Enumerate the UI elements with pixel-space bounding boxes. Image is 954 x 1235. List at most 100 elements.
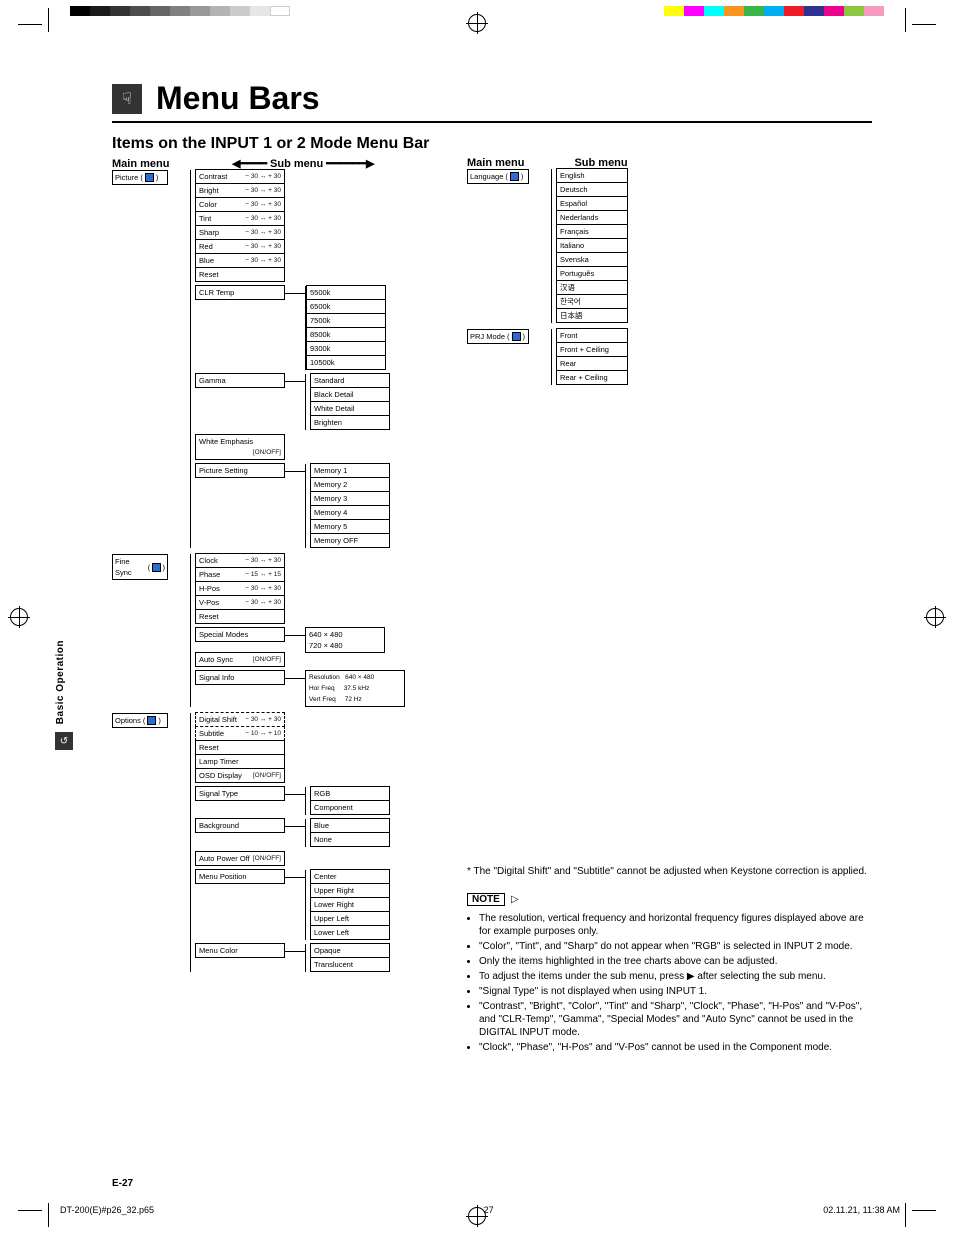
menupos-opt: Center — [310, 869, 390, 884]
item-osd-display: OSD Display[ON/OFF] — [195, 768, 285, 783]
mem-opt: Memory 2 — [310, 477, 390, 492]
menucolor-opt: Opaque — [310, 943, 390, 958]
fine-sync-icon — [152, 563, 160, 572]
item-vpos: V-Pos− 30 ↔ + 30 — [195, 595, 285, 610]
notes-list: The resolution, vertical frequency and h… — [467, 912, 867, 1054]
colorbar-greyscale — [70, 6, 290, 16]
item-contrast: Contrast− 30 ↔ + 30 — [195, 169, 285, 184]
main-prj-mode: PRJ Mode () — [467, 329, 529, 344]
item-reset-opt: Reset — [195, 740, 285, 755]
menucolor-opt: Translucent — [310, 957, 390, 972]
item-red: Red− 30 ↔ + 30 — [195, 239, 285, 254]
lang-opt: Svenska — [556, 252, 628, 267]
main-picture: Picture () — [112, 170, 168, 185]
gamma-opt: Brighten — [310, 415, 390, 430]
note-label: NOTE — [467, 893, 505, 906]
colorbar-process — [664, 6, 884, 16]
note-item: "Clock", "Phase", "H-Pos" and "V-Pos" ca… — [479, 1041, 867, 1054]
section-tab-label: Basic Operation — [55, 640, 66, 724]
footer-file: DT-200(E)#p26_32.p65 — [60, 1205, 154, 1215]
prj-mode-icon — [512, 332, 521, 341]
lang-opt: Italiano — [556, 238, 628, 253]
prj-opt: Front — [556, 328, 628, 343]
mem-opt: Memory 4 — [310, 505, 390, 520]
bg-opt: None — [310, 832, 390, 847]
crop-mark-top-left — [18, 8, 42, 32]
gamma-opt: White Detail — [310, 401, 390, 416]
section-tab-icon: ↺ — [55, 732, 73, 750]
registration-mark-right — [926, 608, 944, 626]
main-fine-sync: Fine Sync () — [112, 554, 168, 580]
item-special-modes: Special Modes — [195, 627, 285, 642]
mem-opt: Memory OFF — [310, 533, 390, 548]
mem-opt: Memory 1 — [310, 463, 390, 478]
item-white-emphasis: White Emphasis[ON/OFF] — [195, 434, 285, 460]
main-language: Language () — [467, 169, 529, 184]
note-item: Only the items highlighted in the tree c… — [479, 955, 867, 968]
lang-opt: English — [556, 168, 628, 183]
item-background: Background — [195, 818, 285, 833]
language-icon — [510, 172, 519, 181]
crop-mark-bottom-left — [18, 1203, 42, 1227]
item-digital-shift: Digital Shift− 30 ↔ + 30 — [195, 712, 285, 727]
item-sharp: Sharp− 30 ↔ + 30 — [195, 225, 285, 240]
lang-opt: Nederlands — [556, 210, 628, 225]
lang-opt: 日本語 — [556, 308, 628, 323]
bg-opt: Blue — [310, 818, 390, 833]
mem-opt: Memory 5 — [310, 519, 390, 534]
main-options: Options () — [112, 713, 168, 728]
item-phase: Phase− 15 ↔ + 15 — [195, 567, 285, 582]
item-bright: Bright− 30 ↔ + 30 — [195, 183, 285, 198]
clrtemp-opt: 5500k — [306, 285, 386, 300]
asterisk-note: * The "Digital Shift" and "Subtitle" can… — [467, 865, 867, 879]
note-arrow-icon: ▷ — [511, 894, 519, 905]
lang-opt: Français — [556, 224, 628, 239]
lang-opt: 汉语 — [556, 280, 628, 295]
item-signal-type: Signal Type — [195, 786, 285, 801]
menupos-opt: Lower Right — [310, 897, 390, 912]
item-clr-temp: CLR Temp — [195, 285, 285, 300]
item-clock: Clock− 30 ↔ + 30 — [195, 553, 285, 568]
item-lamp-timer: Lamp Timer — [195, 754, 285, 769]
item-blue: Blue− 30 ↔ + 30 — [195, 253, 285, 268]
sigtype-opt: RGB — [310, 786, 390, 801]
clrtemp-opt: 6500k — [306, 299, 386, 314]
item-reset-fs: Reset — [195, 609, 285, 624]
print-footer: DT-200(E)#p26_32.p65 27 02.11.21, 11:38 … — [60, 1205, 900, 1215]
item-signal-info: Signal Info — [195, 670, 285, 685]
note-item: "Color", "Tint", and "Sharp" do not appe… — [479, 940, 867, 953]
item-auto-power-off: Auto Power Off[ON/OFF] — [195, 851, 285, 866]
crop-mark-top-right — [912, 8, 936, 32]
note-item: "Contrast", "Bright", "Color", "Tint" an… — [479, 1000, 867, 1039]
registration-mark-left — [10, 608, 28, 626]
picture-icon — [145, 173, 154, 182]
lang-opt: Deutsch — [556, 182, 628, 197]
item-picture-setting: Picture Setting — [195, 463, 285, 478]
picture-sliders: Contrast− 30 ↔ + 30 Bright− 30 ↔ + 30 Co… — [190, 170, 390, 548]
item-menu-color: Menu Color — [195, 943, 285, 958]
section-tab: Basic Operation ↺ — [55, 640, 73, 750]
item-auto-sync: Auto Sync[ON/OFF] — [195, 652, 285, 667]
main-menu-header-left: Main menu — [112, 158, 169, 170]
special-modes-list: 640 × 480 720 × 480 — [305, 627, 385, 653]
footer-page: 27 — [484, 1205, 494, 1215]
section-title: Items on the INPUT 1 or 2 Mode Menu Bar — [112, 135, 872, 153]
item-gamma: Gamma — [195, 373, 285, 388]
note-item: "Signal Type" is not displayed when usin… — [479, 985, 867, 998]
lang-opt: Português — [556, 266, 628, 281]
signal-info-block: Resolution 640 × 480 Hor Freq 37.5 kHz V… — [305, 670, 405, 707]
options-icon — [147, 716, 156, 725]
mem-opt: Memory 3 — [310, 491, 390, 506]
lang-opt: 한국어 — [556, 294, 628, 309]
item-hpos: H-Pos− 30 ↔ + 30 — [195, 581, 285, 596]
menupos-opt: Upper Left — [310, 911, 390, 926]
clrtemp-opt: 8500k — [306, 327, 386, 342]
prj-opt: Rear — [556, 356, 628, 371]
menupos-opt: Lower Left — [310, 925, 390, 940]
prj-opt: Rear + Ceiling — [556, 370, 628, 385]
item-color: Color− 30 ↔ + 30 — [195, 197, 285, 212]
item-subtitle: Subtitle− 10 ↔ + 10 — [195, 726, 285, 741]
page-number: E-27 — [112, 1178, 133, 1189]
item-tint: Tint− 30 ↔ + 30 — [195, 211, 285, 226]
gamma-opt: Standard — [310, 373, 390, 388]
